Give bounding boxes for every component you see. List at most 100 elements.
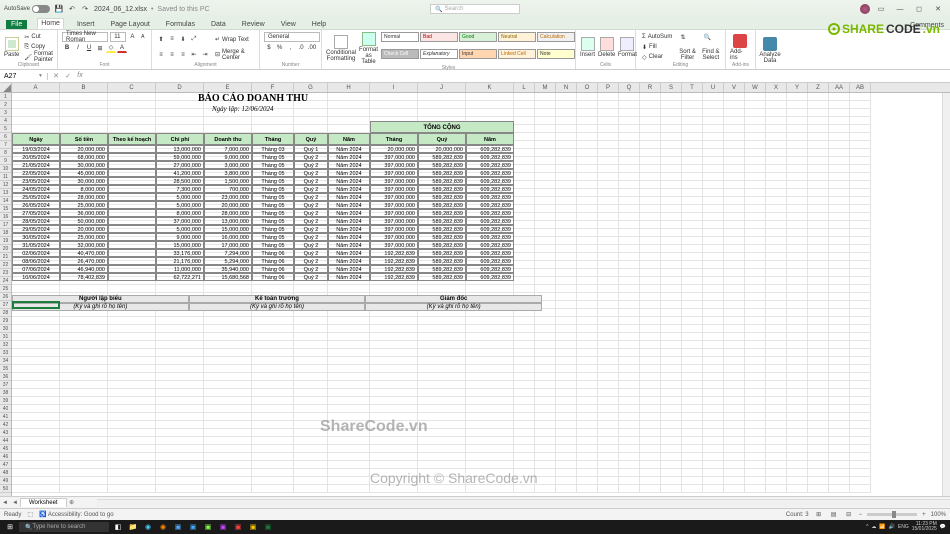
tray-lang-icon[interactable]: ENG — [898, 524, 909, 530]
tray-wifi-icon[interactable]: 📶 — [879, 524, 885, 530]
col-header-P[interactable]: P — [598, 83, 619, 92]
font-family-select[interactable]: Times New Roman — [62, 32, 108, 42]
row-header-44[interactable]: 44 — [0, 437, 11, 445]
row-header-17[interactable]: 17 — [0, 221, 11, 229]
align-bottom-icon[interactable]: ⬇ — [178, 34, 188, 44]
sheet-tab-worksheet[interactable]: Worksheet — [20, 498, 67, 507]
col-header-X[interactable]: X — [766, 83, 787, 92]
zoom-slider[interactable] — [867, 513, 917, 516]
col-header-Q[interactable]: Q — [619, 83, 640, 92]
app-icon-3[interactable]: ▣ — [217, 521, 229, 533]
autosum-button[interactable]: ΣAutoSum — [640, 33, 674, 42]
row-header-14[interactable]: 14 — [0, 197, 11, 205]
col-header-D[interactable]: D — [156, 83, 204, 92]
tab-home[interactable]: Home — [37, 18, 64, 29]
row-header-42[interactable]: 42 — [0, 421, 11, 429]
row-header-24[interactable]: 24 — [0, 277, 11, 285]
tray-volume-icon[interactable]: 🔊 — [889, 524, 895, 530]
percent-icon[interactable]: % — [275, 43, 285, 53]
horizontal-scrollbar[interactable] — [97, 499, 950, 507]
row-header-11[interactable]: 11 — [0, 173, 11, 181]
format-cells-button[interactable]: Format — [618, 32, 636, 62]
tray-chevron-icon[interactable]: ^ — [866, 524, 868, 530]
col-header-L[interactable]: L — [514, 83, 535, 92]
col-header-Y[interactable]: Y — [787, 83, 808, 92]
row-header-12[interactable]: 12 — [0, 181, 11, 189]
row-header-18[interactable]: 18 — [0, 229, 11, 237]
search-box[interactable]: 🔍 Search — [430, 4, 520, 14]
row-header-7[interactable]: 7 — [0, 141, 11, 149]
col-header-M[interactable]: M — [535, 83, 556, 92]
row-header-48[interactable]: 48 — [0, 469, 11, 477]
tab-formulas[interactable]: Formulas — [163, 20, 198, 29]
comma-icon[interactable]: , — [286, 43, 296, 53]
border-button[interactable]: ⊞ — [95, 43, 105, 53]
app-icon-5[interactable]: ▣ — [247, 521, 259, 533]
normal-view-icon[interactable]: ⊞ — [814, 510, 824, 520]
zoom-out-button[interactable]: − — [859, 512, 863, 518]
row-header-23[interactable]: 23 — [0, 269, 11, 277]
increase-decimal-icon[interactable]: .0 — [296, 43, 306, 53]
col-header-C[interactable]: C — [108, 83, 156, 92]
font-size-select[interactable]: 11 — [110, 32, 126, 42]
row-header-47[interactable]: 47 — [0, 461, 11, 469]
autosave-toggle[interactable]: AutoSave — [4, 5, 50, 13]
close-button[interactable]: ✕ — [930, 2, 946, 16]
col-header-U[interactable]: U — [703, 83, 724, 92]
tab-help[interactable]: Help — [309, 20, 329, 29]
minimize-button[interactable]: — — [892, 2, 908, 16]
col-header-E[interactable]: E — [204, 83, 252, 92]
col-header-J[interactable]: J — [418, 83, 466, 92]
clear-button[interactable]: ◇Clear — [640, 53, 674, 62]
increase-font-icon[interactable]: A — [128, 32, 136, 42]
save-icon[interactable]: 💾 — [54, 4, 64, 14]
col-header-O[interactable]: O — [577, 83, 598, 92]
app-icon-4[interactable]: ▣ — [232, 521, 244, 533]
row-header-37[interactable]: 37 — [0, 381, 11, 389]
col-header-AB[interactable]: AB — [850, 83, 871, 92]
align-middle-icon[interactable]: ≡ — [167, 34, 177, 44]
cell-styles-gallery[interactable]: Normal Bad Good Neutral Calculation Chec… — [381, 32, 575, 65]
col-header-H[interactable]: H — [328, 83, 370, 92]
vertical-scrollbar[interactable] — [942, 93, 950, 496]
spreadsheet-grid[interactable]: ABCDEFGHIJKLMNOPQRSTUVWXYZAAAB 123456789… — [0, 83, 950, 496]
row-header-38[interactable]: 38 — [0, 389, 11, 397]
addins-button[interactable]: Add-ins — [730, 32, 750, 62]
row-header-40[interactable]: 40 — [0, 405, 11, 413]
zoom-in-button[interactable]: + — [922, 512, 926, 518]
fx-button[interactable]: fx — [74, 72, 86, 80]
row-header-46[interactable]: 46 — [0, 453, 11, 461]
conditional-formatting-button[interactable]: Conditional Formatting — [326, 32, 356, 65]
row-header-8[interactable]: 8 — [0, 149, 11, 157]
app-icon-2[interactable]: ▣ — [202, 521, 214, 533]
bold-button[interactable]: B — [62, 43, 72, 53]
col-header-B[interactable]: B — [60, 83, 108, 92]
sheet-nav-prev-icon[interactable]: ◄ — [10, 500, 20, 506]
col-header-A[interactable]: A — [12, 83, 60, 92]
row-header-10[interactable]: 10 — [0, 165, 11, 173]
col-header-AA[interactable]: AA — [829, 83, 850, 92]
row-header-49[interactable]: 49 — [0, 477, 11, 485]
row-header-3[interactable]: 3 — [0, 109, 11, 117]
row-header-43[interactable]: 43 — [0, 429, 11, 437]
col-header-F[interactable]: F — [252, 83, 294, 92]
firefox-icon[interactable]: ◉ — [157, 521, 169, 533]
row-header-32[interactable]: 32 — [0, 341, 11, 349]
font-color-button[interactable]: A — [117, 43, 127, 53]
row-header-31[interactable]: 31 — [0, 333, 11, 341]
vscode-icon[interactable]: ▣ — [187, 521, 199, 533]
row-header-6[interactable]: 6 — [0, 133, 11, 141]
row-header-30[interactable]: 30 — [0, 325, 11, 333]
paste-button[interactable]: Paste — [4, 32, 19, 62]
row-header-35[interactable]: 35 — [0, 365, 11, 373]
row-header-36[interactable]: 36 — [0, 373, 11, 381]
col-header-S[interactable]: S — [661, 83, 682, 92]
start-button[interactable]: ⊞ — [4, 521, 16, 533]
enter-formula-icon[interactable]: ✓ — [62, 72, 74, 80]
task-view-icon[interactable]: ◧ — [112, 521, 124, 533]
row-header-45[interactable]: 45 — [0, 445, 11, 453]
row-header-19[interactable]: 19 — [0, 237, 11, 245]
orientation-icon[interactable]: ⤢ — [189, 34, 199, 44]
row-header-4[interactable]: 4 — [0, 117, 11, 125]
row-header-27[interactable]: 27 — [0, 301, 11, 309]
